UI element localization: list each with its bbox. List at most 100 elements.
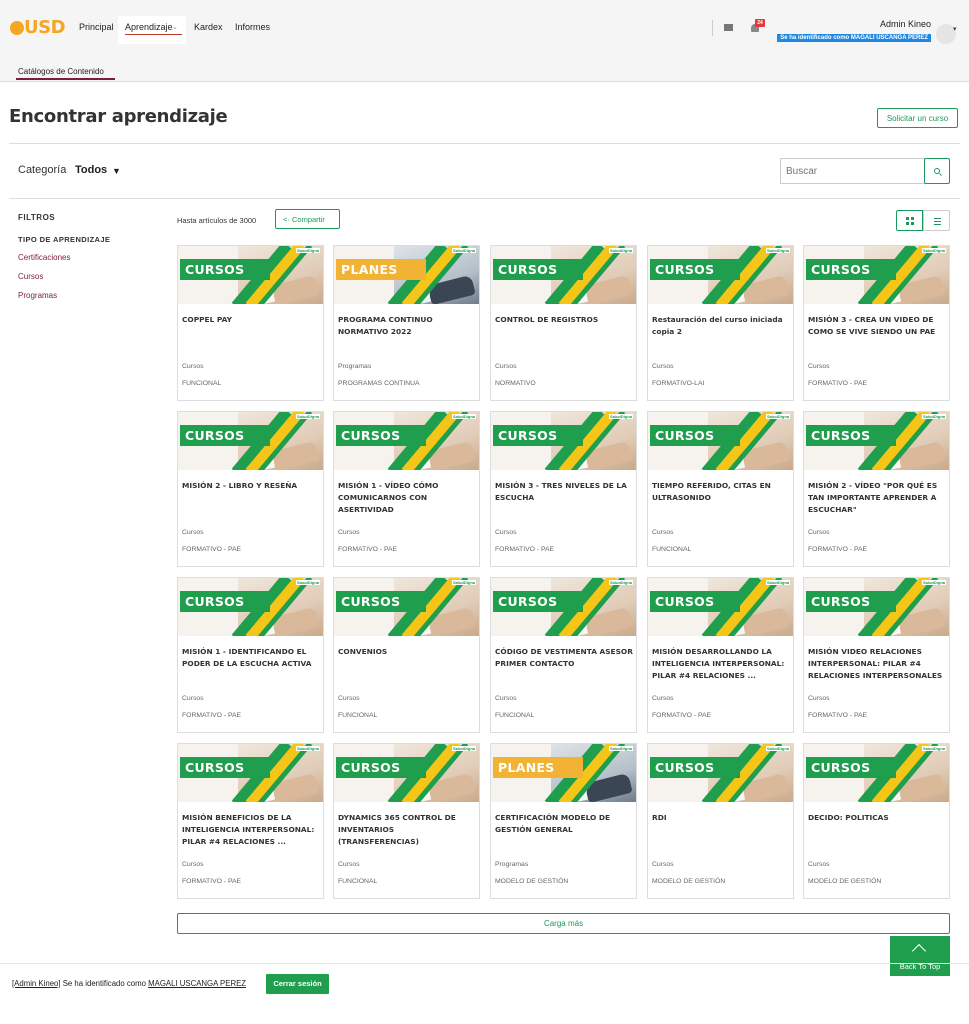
card-thumbnail: CURSOS SaludDigna	[491, 246, 636, 304]
course-card[interactable]: CURSOS SaludDigna MISIÓN 1 - IDENTIFICANDO…	[177, 577, 324, 733]
card-title[interactable]: MISIÓN 3 - TRES NIVELES DE LA ESCUCHA	[495, 480, 634, 504]
card-category: FORMATIVO - PAE	[808, 380, 868, 387]
card-type: Cursos	[182, 529, 204, 536]
nav-principal[interactable]: Principal	[79, 22, 114, 32]
course-card[interactable]: CURSOS SaludDigna CONTROL DE REGISTROS Curs…	[490, 245, 637, 401]
card-title[interactable]: CERTIFICACIÓN MODELO DE GESTIÓN GENERAL	[495, 812, 634, 836]
logo-icon	[10, 21, 24, 35]
filter-programas[interactable]: Programas	[18, 291, 57, 300]
admin-name[interactable]: Admin Kineo	[880, 19, 931, 29]
course-card[interactable]: CURSOS SaludDigna Restauración del curso i…	[647, 245, 794, 401]
search-button[interactable]	[924, 158, 950, 184]
card-title[interactable]: MISIÓN VIDEO RELACIONES INTERPERSONAL: P…	[808, 646, 947, 682]
course-card[interactable]: CURSOS SaludDigna COPPEL PAY Cursos FUNCIONA…	[177, 245, 324, 401]
card-type: Programas	[495, 861, 529, 868]
list-view-button[interactable]	[923, 210, 950, 231]
grid-view-button[interactable]	[896, 210, 923, 231]
card-title[interactable]: Restauración del curso iniciada copia 2	[652, 314, 791, 338]
brand-logo: SaludDigna	[765, 746, 790, 751]
course-card[interactable]: CURSOS SaludDigna MISIÓN BENEFICIOS DE LA …	[177, 743, 324, 899]
course-card[interactable]: CURSOS SaludDigna TIEMPO REFERIDO, CITAS E…	[647, 411, 794, 567]
mail-icon[interactable]	[724, 24, 733, 31]
tab-active-underline	[16, 78, 115, 80]
card-category: FUNCIONAL	[338, 712, 378, 719]
card-title[interactable]: MISIÓN DESARROLLANDO LA INTELIGENCIA INT…	[652, 646, 791, 682]
course-card[interactable]: CURSOS SaludDigna MISIÓN 3 - CREA UN VIDEO…	[803, 245, 950, 401]
course-card[interactable]: CURSOS SaludDigna MISIÓN 2 - LIBRO Y RESEÑ…	[177, 411, 324, 567]
chevron-down-icon[interactable]: ⌄	[172, 23, 178, 31]
caret-down-icon[interactable]: ▼	[112, 166, 121, 176]
card-banner-label: PLANES	[336, 259, 426, 280]
card-category: FORMATIVO - PAE	[182, 712, 242, 719]
brand-logo: SaludDigna	[765, 580, 790, 585]
card-title[interactable]: MISIÓN 1 - IDENTIFICANDO EL PODER DE LA …	[182, 646, 321, 670]
course-card[interactable]: CURSOS SaludDigna MISIÓN DESARROLLANDO LA …	[647, 577, 794, 733]
card-thumbnail: CURSOS SaludDigna	[648, 412, 793, 470]
course-card[interactable]: CURSOS SaludDigna CÓDIGO DE VESTIMENTA ASE…	[490, 577, 637, 733]
card-category: FORMATIVO - PAE	[182, 546, 242, 553]
card-banner-label: CURSOS	[806, 259, 896, 280]
course-card[interactable]: CURSOS SaludDigna DYNAMICS 365 CONTROL DE …	[333, 743, 480, 899]
card-category: MODELO DE GESTIÓN	[652, 878, 726, 885]
filter-cursos[interactable]: Cursos	[18, 272, 43, 281]
card-type: Cursos	[652, 695, 674, 702]
card-thumbnail: CURSOS SaludDigna	[804, 246, 949, 304]
card-banner-label: CURSOS	[336, 425, 426, 446]
usd-logo[interactable]: USD	[10, 17, 66, 41]
card-title[interactable]: CONTROL DE REGISTROS	[495, 314, 634, 326]
card-thumbnail: CURSOS SaludDigna	[334, 412, 479, 470]
course-card[interactable]: CURSOS SaludDigna MISIÓN 1 - VÍDEO CÓMO CO…	[333, 411, 480, 567]
category-dropdown[interactable]: Todos	[75, 164, 107, 176]
card-title[interactable]: MISIÓN 3 - CREA UN VIDEO DE COMO SE VIVE…	[808, 314, 947, 338]
caret-down-icon[interactable]: ▾	[953, 25, 957, 33]
user-link[interactable]: MAGALI USCANGA PEREZ	[148, 979, 246, 988]
admin-link[interactable]: [Admin Kineo]	[12, 979, 61, 988]
nav-informes[interactable]: Informes	[235, 22, 270, 32]
course-card[interactable]: CURSOS SaludDigna DECIDO: POLITICAS Cursos M…	[803, 743, 950, 899]
card-banner-label: CURSOS	[180, 425, 270, 446]
course-card[interactable]: CURSOS SaludDigna MISIÓN 3 - TRES NIVELES …	[490, 411, 637, 567]
card-type: Programas	[338, 363, 372, 370]
card-thumbnail: CURSOS SaludDigna	[648, 246, 793, 304]
course-card[interactable]: CURSOS SaludDigna MISIÓN VIDEO RELACIONES …	[803, 577, 950, 733]
card-title[interactable]: COPPEL PAY	[182, 314, 321, 326]
search-input[interactable]	[780, 158, 925, 184]
card-banner-label: CURSOS	[806, 425, 896, 446]
filter-certificaciones[interactable]: Certificaciones	[18, 253, 70, 262]
card-title[interactable]: RDI	[652, 812, 791, 824]
course-card[interactable]: CURSOS SaludDigna MISIÓN 2 - VÍDEO "POR QU…	[803, 411, 950, 567]
nav-kardex[interactable]: Kardex	[194, 22, 223, 32]
card-type: Cursos	[808, 529, 830, 536]
course-card[interactable]: CURSOS SaludDigna CONVENIOS Cursos FUNCIONAL	[333, 577, 480, 733]
course-card[interactable]: PLANES SaludDigna CERTIFICACIÓN MODELO DE …	[490, 743, 637, 899]
card-title[interactable]: DECIDO: POLITICAS	[808, 812, 947, 824]
card-category: PROGRAMAS CONTINUA	[338, 380, 420, 387]
card-category: FORMATIVO - PAE	[182, 878, 242, 885]
course-card[interactable]: PLANES SaludDigna PROGRAMA CONTINUO NORMAT…	[333, 245, 480, 401]
impersonation-badge: Se ha identificado como MAGALI USCANGA P…	[777, 34, 931, 42]
card-type: Cursos	[495, 363, 517, 370]
request-course-button[interactable]: Solicitar un curso	[877, 108, 958, 128]
card-title[interactable]: PROGRAMA CONTINUO NORMATIVO 2022	[338, 314, 477, 338]
card-title[interactable]: MISIÓN 2 - VÍDEO "POR QUÉ ES TAN IMPORTA…	[808, 480, 947, 516]
card-title[interactable]: CONVENIOS	[338, 646, 477, 658]
card-category: FORMATIVO - PAE	[808, 712, 868, 719]
card-thumbnail: CURSOS SaludDigna	[334, 578, 479, 636]
card-banner-label: CURSOS	[650, 757, 740, 778]
card-title[interactable]: TIEMPO REFERIDO, CITAS EN ULTRASONIDO	[652, 480, 791, 504]
back-to-top-button[interactable]: Back To Top	[890, 936, 950, 976]
logout-button[interactable]: Cerrar sesión	[266, 974, 329, 994]
load-more-button[interactable]: Carga más	[177, 913, 950, 934]
card-category: MODELO DE GESTIÓN	[808, 878, 882, 885]
course-card[interactable]: CURSOS SaludDigna RDI Cursos MODELO DE GESTI…	[647, 743, 794, 899]
card-title[interactable]: DYNAMICS 365 CONTROL DE INVENTARIOS (TRA…	[338, 812, 477, 848]
card-thumbnail: PLANES SaludDigna	[334, 246, 479, 304]
share-button[interactable]: <· Compartir	[275, 209, 340, 229]
card-type: Cursos	[808, 363, 830, 370]
tab-catalogos[interactable]: Catálogos de Contenido	[18, 67, 104, 76]
card-title[interactable]: MISIÓN 1 - VÍDEO CÓMO COMUNICARNOS CON A…	[338, 480, 477, 516]
card-title[interactable]: MISIÓN 2 - LIBRO Y RESEÑA	[182, 480, 321, 492]
card-title[interactable]: CÓDIGO DE VESTIMENTA ASESOR PRIMER CONTA…	[495, 646, 634, 670]
nav-aprendizaje[interactable]: Aprendizaje	[125, 22, 173, 32]
card-title[interactable]: MISIÓN BENEFICIOS DE LA INTELIGENCIA INT…	[182, 812, 321, 848]
